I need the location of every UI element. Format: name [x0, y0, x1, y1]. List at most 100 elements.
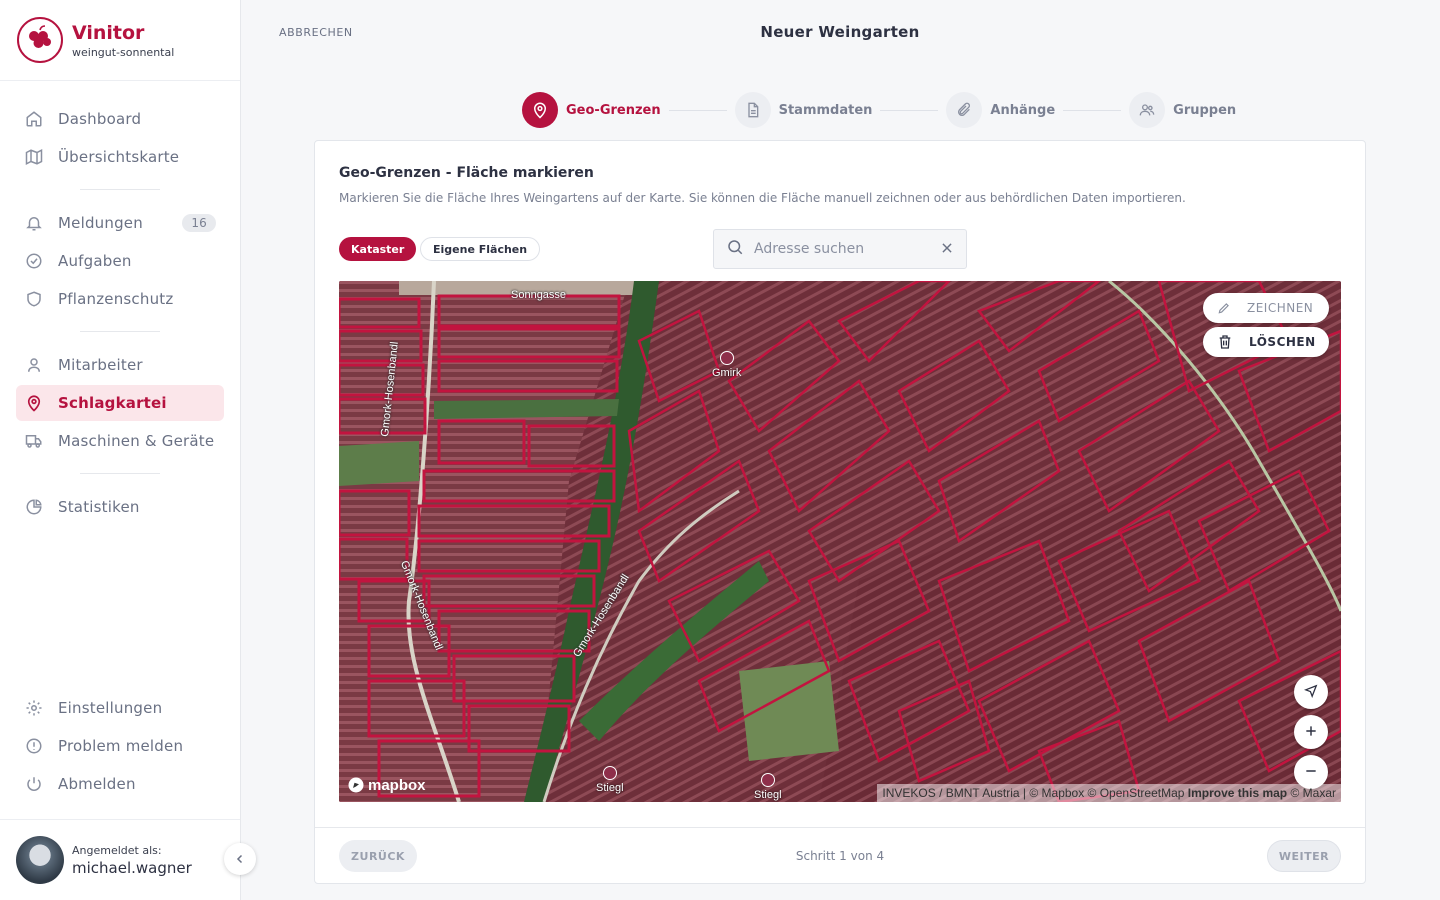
step-connector — [1063, 109, 1122, 111]
map-pin-icon — [522, 92, 558, 128]
step-label: Anhänge — [990, 102, 1056, 118]
nav-item-field-register[interactable]: Schlagkartei — [16, 385, 224, 421]
wine-poi-icon — [719, 351, 734, 365]
nav-item-tasks[interactable]: Aufgaben — [16, 243, 224, 279]
search-input[interactable] — [754, 241, 924, 257]
nav-label: Maschinen & Geräte — [58, 432, 215, 450]
home-icon — [24, 109, 44, 129]
nav-label: Übersichtskarte — [58, 148, 180, 166]
username: michael.wagner — [72, 858, 192, 877]
nav-label: Einstellungen — [58, 699, 163, 717]
step-groups[interactable]: Gruppen — [1129, 92, 1236, 128]
stepper: Geo-Grenzen Stammdaten Anhänge Gruppen — [522, 92, 1236, 128]
chip-cadastre[interactable]: Kataster — [339, 237, 417, 261]
main-nav: Dashboard Übersichtskarte Meldungen 16 A… — [0, 81, 240, 525]
delete-button[interactable]: LÖSCHEN — [1203, 327, 1329, 357]
grape-logo-icon — [17, 17, 63, 63]
nav-item-plant-protection[interactable]: Pflanzenschutz — [16, 281, 224, 317]
next-button[interactable]: WEITER — [1267, 840, 1341, 872]
draw-label: ZEICHNEN — [1247, 301, 1314, 315]
brand-subtitle: weingut-sonnental — [72, 45, 175, 59]
poi-label: Stiegl — [596, 782, 624, 794]
notification-count-badge: 16 — [182, 214, 216, 232]
nav-item-report-problem[interactable]: Problem melden — [16, 728, 224, 764]
bell-icon — [24, 213, 44, 233]
nav-item-notifications[interactable]: Meldungen 16 — [16, 205, 224, 241]
chip-own-areas[interactable]: Eigene Flächen — [420, 237, 541, 261]
map-pin-icon — [24, 393, 44, 413]
card-footer: ZURÜCK Schritt 1 von 4 WEITER — [315, 827, 1365, 884]
user-profile[interactable]: Angemeldet als: michael.wagner — [0, 819, 240, 900]
nav-item-dashboard[interactable]: Dashboard — [16, 101, 224, 137]
draw-button[interactable]: ZEICHNEN — [1203, 293, 1329, 323]
alert-circle-icon — [24, 736, 44, 756]
nav-item-statistics[interactable]: Statistiken — [16, 489, 224, 525]
mapbox-logo[interactable]: mapbox — [347, 776, 426, 794]
users-icon — [1129, 92, 1166, 128]
document-icon — [734, 92, 771, 128]
nav-label: Aufgaben — [58, 252, 132, 270]
wine-poi-icon — [760, 773, 775, 787]
avatar — [16, 836, 64, 884]
nav-label: Pflanzenschutz — [58, 290, 174, 308]
map-icon — [24, 147, 44, 167]
paperclip-icon — [946, 92, 983, 128]
satellite-map[interactable]: Sonngasse Gmork-Hosenbandl Gmork-Hosenba… — [339, 281, 1341, 802]
truck-icon — [24, 431, 44, 451]
minus-icon — [1304, 763, 1318, 782]
map-imagery — [339, 281, 1341, 802]
pencil-icon — [1217, 301, 1231, 315]
attribution-maxar: © Maxar — [1290, 786, 1336, 800]
pie-chart-icon — [24, 497, 44, 517]
nav-divider — [80, 473, 160, 474]
user-icon — [24, 355, 44, 375]
nav-item-machines[interactable]: Maschinen & Geräte — [16, 423, 224, 459]
shield-icon — [24, 289, 44, 309]
delete-label: LÖSCHEN — [1249, 335, 1316, 349]
mapbox-wordmark: mapbox — [368, 776, 426, 794]
brand[interactable]: Vinitor weingut-sonnental — [0, 0, 240, 81]
map-attribution: INVEKOS / BMNT Austria | © Mapbox © Open… — [877, 784, 1341, 802]
step-attachments[interactable]: Anhänge — [946, 92, 1055, 128]
nav-label: Abmelden — [58, 775, 136, 793]
poi-stiegl-1: Stiegl — [596, 766, 624, 794]
locate-button[interactable] — [1294, 675, 1328, 709]
step-label: Geo-Grenzen — [566, 102, 661, 118]
step-master-data[interactable]: Stammdaten — [734, 92, 872, 128]
nav-item-settings[interactable]: Einstellungen — [16, 690, 224, 726]
page-title: Neuer Weingarten — [760, 23, 920, 41]
nav-label: Dashboard — [58, 110, 142, 128]
poi-label: Stiegl — [754, 789, 782, 801]
cancel-link[interactable]: ABBRECHEN — [279, 26, 353, 39]
attribution-text: INVEKOS / BMNT Austria | © Mapbox © Open… — [882, 786, 1185, 800]
gear-icon — [24, 698, 44, 718]
nav-item-overview-map[interactable]: Übersichtskarte — [16, 139, 224, 175]
address-search — [713, 229, 967, 269]
chevron-left-icon — [234, 850, 246, 869]
nav-label: Problem melden — [58, 737, 184, 755]
nav-label: Schlagkartei — [58, 394, 167, 412]
nav-divider — [80, 331, 160, 332]
card-description: Markieren Sie die Fläche Ihres Weingarte… — [339, 191, 1186, 205]
wine-poi-icon — [602, 766, 617, 780]
step-label: Gruppen — [1173, 102, 1237, 118]
trash-icon — [1217, 334, 1233, 350]
improve-map-link[interactable]: Improve this map — [1188, 786, 1287, 800]
navigation-arrow-icon — [1303, 683, 1318, 702]
poi-label: Gmirk — [712, 367, 742, 379]
step-counter: Schritt 1 von 4 — [795, 849, 885, 863]
collapse-sidebar-button[interactable] — [224, 843, 256, 875]
nav-item-logout[interactable]: Abmelden — [16, 766, 224, 802]
nav-item-employees[interactable]: Mitarbeiter — [16, 347, 224, 383]
zoom-in-button[interactable] — [1294, 715, 1328, 749]
step-geo-boundaries[interactable]: Geo-Grenzen — [522, 92, 661, 128]
clear-search-icon[interactable] — [940, 240, 954, 259]
step-connector — [880, 109, 939, 111]
step-connector — [668, 109, 727, 111]
logged-in-label: Angemeldet als: — [72, 843, 162, 857]
geo-boundaries-card: Geo-Grenzen - Fläche markieren Markieren… — [314, 140, 1366, 884]
nav-label: Statistiken — [58, 498, 140, 516]
road-label-top: Sonngasse — [511, 289, 567, 301]
sidebar: Vinitor weingut-sonnental Dashboard Über… — [0, 0, 241, 900]
nav-divider — [80, 189, 160, 190]
